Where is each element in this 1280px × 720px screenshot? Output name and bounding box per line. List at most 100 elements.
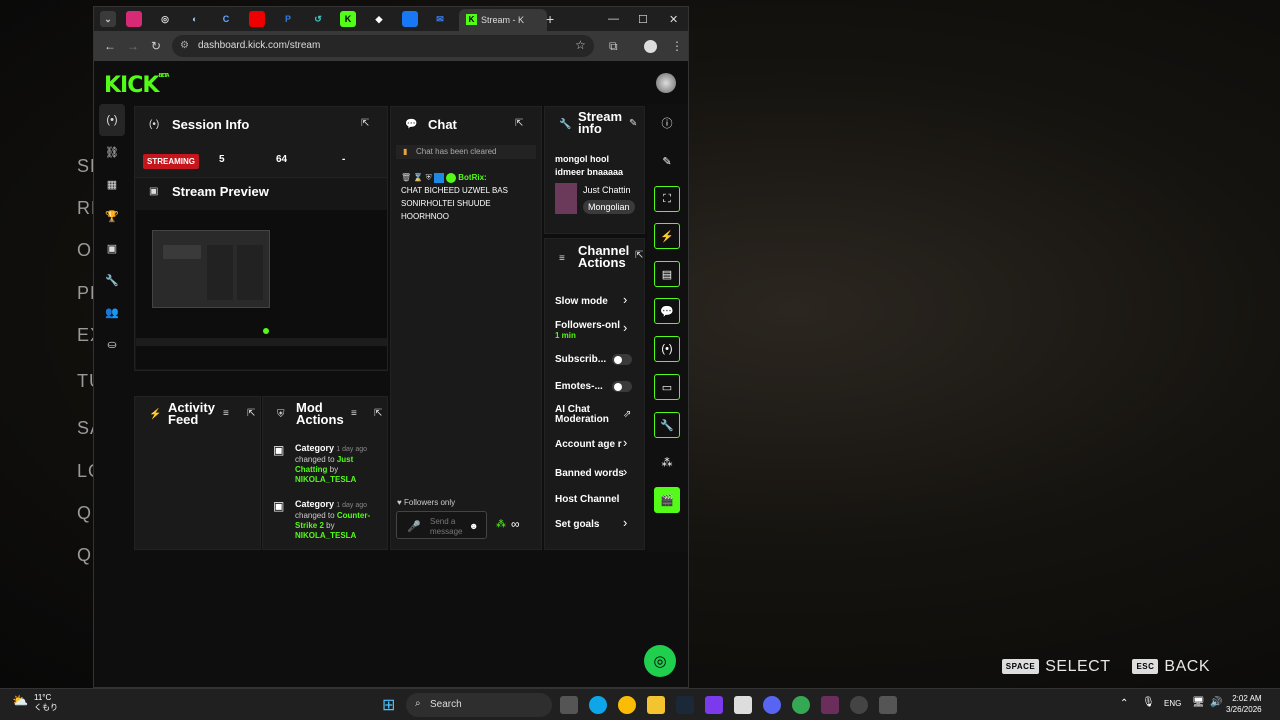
popout-icon[interactable]: ⇱ bbox=[515, 118, 523, 129]
new-tab-button[interactable]: + bbox=[546, 11, 554, 27]
windows-start-icon[interactable]: ⊞ bbox=[382, 695, 395, 715]
video-card-icon[interactable]: ▭ bbox=[654, 374, 680, 400]
ai-moderation-label[interactable]: AI Chat Moderation bbox=[555, 405, 609, 425]
app-icon[interactable] bbox=[850, 696, 868, 714]
clock[interactable]: 2:02 AM 3/26/2026 bbox=[1226, 693, 1262, 715]
chevron-right-icon[interactable]: › bbox=[623, 320, 627, 335]
set-goals-label[interactable]: Set goals bbox=[555, 519, 599, 530]
user-avatar[interactable] bbox=[656, 73, 676, 93]
kick-tab-icon[interactable]: K bbox=[340, 11, 356, 27]
chevron-right-icon[interactable]: › bbox=[623, 515, 627, 530]
forward-arrow-icon[interactable]: → bbox=[127, 39, 139, 53]
globe-tab-icon[interactable]: ◎ bbox=[157, 11, 173, 27]
slow-mode-label[interactable]: Slow mode bbox=[555, 296, 608, 307]
popout-icon[interactable]: ⇱ bbox=[635, 250, 643, 261]
chat-username[interactable]: BotRix: bbox=[458, 173, 486, 182]
cs-tab-icon[interactable]: C bbox=[218, 11, 234, 27]
stream-preview-video[interactable] bbox=[136, 210, 387, 369]
maximize-icon[interactable]: ☐ bbox=[638, 13, 648, 26]
nav-link-icon[interactable]: ⛓ bbox=[99, 136, 125, 168]
chrome-icon[interactable] bbox=[618, 696, 636, 714]
edge-icon[interactable] bbox=[589, 696, 607, 714]
bookmark-star-icon[interactable]: ☆ bbox=[575, 38, 586, 52]
emotes-only-toggle[interactable] bbox=[612, 381, 632, 392]
chevron-right-icon[interactable]: › bbox=[623, 435, 627, 450]
minimize-icon[interactable]: — bbox=[608, 13, 619, 25]
popout-icon[interactable]: ⇱ bbox=[374, 408, 382, 419]
edit-pencil-icon[interactable]: ✎ bbox=[629, 118, 637, 129]
emoji-icon[interactable]: ☻ bbox=[469, 521, 478, 531]
followers-only-label[interactable]: Followers-onl bbox=[555, 320, 620, 331]
nav-tools-icon[interactable]: 🔧 bbox=[99, 264, 125, 296]
infinity-icon[interactable]: ∞ bbox=[511, 517, 520, 531]
kick-logo[interactable]: KICKBETA bbox=[104, 73, 170, 98]
filter-icon[interactable]: ≡ bbox=[223, 408, 229, 419]
screen-capture-icon[interactable]: ⛶ bbox=[654, 186, 680, 212]
chevron-right-icon[interactable]: › bbox=[623, 292, 627, 307]
chevron-right-icon[interactable]: › bbox=[623, 464, 627, 479]
nav-analytics-icon[interactable]: ▦ bbox=[99, 168, 125, 200]
steam-icon[interactable] bbox=[676, 696, 694, 714]
popout-icon[interactable]: ⇱ bbox=[247, 408, 255, 419]
clapper-icon[interactable]: 🎬 bbox=[654, 487, 680, 513]
app-tab-icon[interactable]: ↺ bbox=[310, 11, 326, 27]
site-info-icon[interactable]: ⚙ bbox=[180, 40, 189, 51]
discord-icon[interactable] bbox=[763, 696, 781, 714]
menu-kebab-icon[interactable]: ⋮ bbox=[671, 39, 683, 53]
support-headset-icon[interactable]: ◎ bbox=[644, 645, 676, 677]
instagram-tab-icon[interactable] bbox=[126, 11, 142, 27]
paypal-tab-icon[interactable]: P bbox=[280, 11, 296, 27]
volume-icon[interactable]: 🔊 bbox=[1210, 697, 1222, 708]
external-link-icon[interactable]: ⇗ bbox=[623, 409, 631, 420]
edit-pencil-icon[interactable]: ✎ bbox=[654, 148, 680, 174]
active-tab[interactable]: K Stream - K bbox=[459, 9, 547, 31]
broadcast-icon[interactable]: (•) bbox=[654, 336, 680, 362]
banned-words-label[interactable]: Banned words bbox=[555, 468, 624, 479]
nav-trophy-icon[interactable]: 🏆 bbox=[99, 200, 125, 232]
tab-search-icon[interactable]: ⌄ bbox=[100, 11, 116, 27]
popout-icon[interactable]: ⇱ bbox=[361, 118, 369, 129]
file-explorer-icon[interactable] bbox=[647, 696, 665, 714]
facebook-tab-icon[interactable] bbox=[402, 11, 418, 27]
messenger-tab-icon[interactable]: ✉ bbox=[432, 11, 448, 27]
youtube-tab-icon[interactable] bbox=[249, 11, 265, 27]
microphone-icon[interactable]: 🎙 bbox=[1142, 697, 1155, 708]
copilot-icon[interactable] bbox=[705, 696, 723, 714]
back-arrow-icon[interactable]: ← bbox=[104, 39, 116, 53]
app-tab-icon[interactable]: ◆ bbox=[371, 11, 387, 27]
nodes-icon[interactable]: ⁂ bbox=[654, 449, 680, 475]
mod-tools-icon[interactable]: 🗑 ⌛ ⛨ bbox=[401, 173, 432, 182]
nav-extra-icon[interactable]: ⛀ bbox=[99, 328, 125, 360]
address-bar[interactable]: ⚙ dashboard.kick.com/stream bbox=[172, 35, 594, 57]
weather-widget[interactable]: 11°C くもり bbox=[34, 693, 58, 713]
chat-input[interactable]: 🎤 Send a message ☻ bbox=[396, 511, 487, 539]
chrome-icon[interactable] bbox=[792, 696, 810, 714]
points-icon[interactable]: ⁂ bbox=[496, 519, 506, 530]
wrench-icon[interactable]: 🔧 bbox=[654, 412, 680, 438]
microphone-icon[interactable]: 🎤 bbox=[407, 520, 421, 533]
profile-icon[interactable] bbox=[644, 40, 657, 53]
app-icon[interactable] bbox=[879, 696, 897, 714]
store-icon[interactable] bbox=[734, 696, 752, 714]
nav-video-icon[interactable]: ▣ bbox=[99, 232, 125, 264]
host-channel-label[interactable]: Host Channel bbox=[555, 494, 619, 505]
nav-users-icon[interactable]: 👥 bbox=[99, 296, 125, 328]
chevron-up-icon[interactable]: ⌃ bbox=[1120, 698, 1128, 709]
extensions-icon[interactable]: ⧉ bbox=[609, 39, 618, 54]
subscribers-only-toggle[interactable] bbox=[612, 354, 632, 365]
back-hint[interactable]: ESC BACK bbox=[1132, 658, 1210, 676]
nav-stream-icon[interactable]: (•) bbox=[99, 104, 125, 136]
steam-tab-icon[interactable]: ◐ bbox=[187, 11, 203, 27]
app-icon[interactable] bbox=[821, 696, 839, 714]
account-age-label[interactable]: Account age r bbox=[555, 439, 622, 450]
info-icon[interactable]: ⓘ bbox=[654, 110, 680, 136]
reload-icon[interactable]: ↻ bbox=[151, 39, 161, 53]
filter-icon[interactable]: ≡ bbox=[351, 408, 357, 419]
network-icon[interactable]: 🖥 bbox=[1192, 697, 1205, 708]
task-view-icon[interactable] bbox=[560, 696, 578, 714]
language-indicator[interactable]: ENG bbox=[1164, 699, 1181, 708]
close-icon[interactable]: ✕ bbox=[669, 13, 678, 26]
chat-bubble-icon[interactable]: 💬 bbox=[654, 298, 680, 324]
notes-icon[interactable]: ▤ bbox=[654, 261, 680, 287]
select-hint[interactable]: SPACE SELECT bbox=[1001, 658, 1111, 676]
